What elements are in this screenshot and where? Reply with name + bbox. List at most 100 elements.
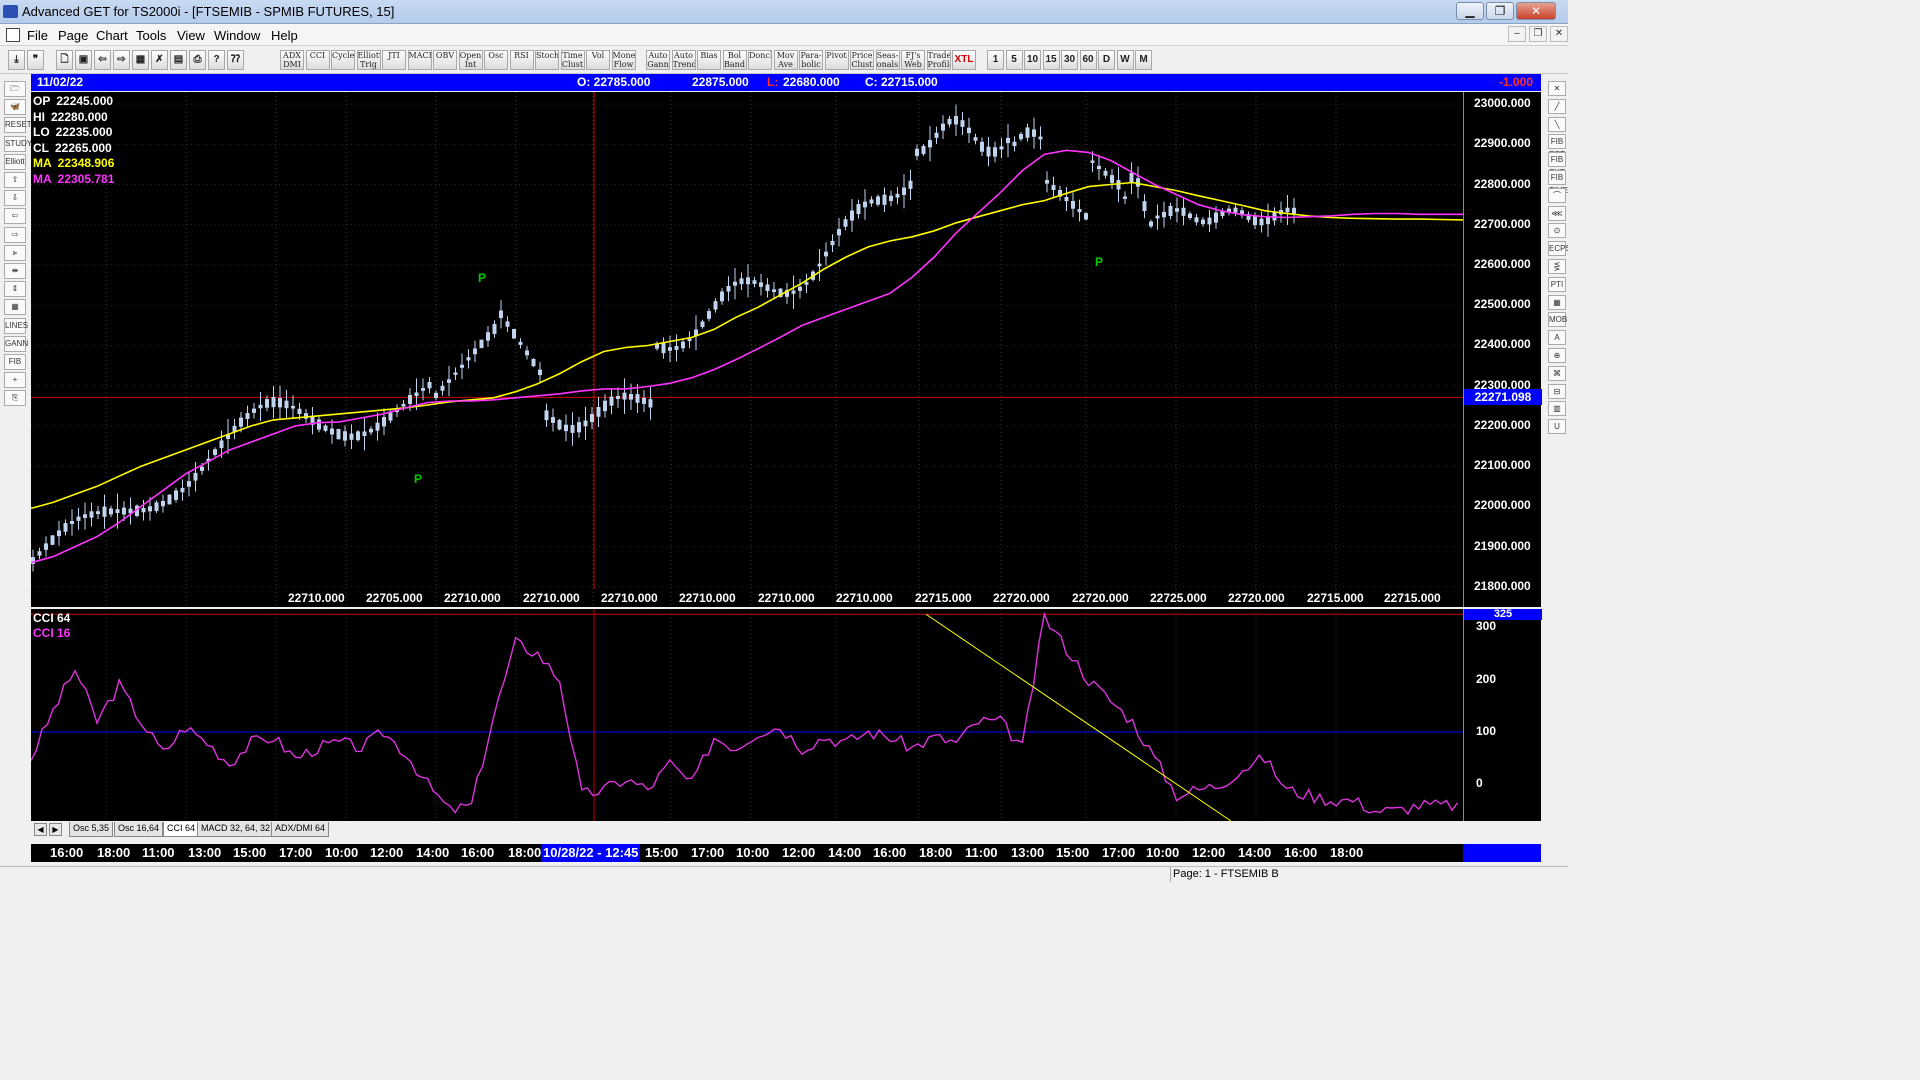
interval-button-8[interactable]: M — [1135, 50, 1152, 70]
right-tool-3[interactable]: FIB RET — [1548, 134, 1566, 159]
study-tab-3[interactable]: MACD 32, 64, 32 — [197, 822, 275, 837]
toolbar-file-icon-4[interactable]: ⇦ — [94, 50, 111, 70]
overlay-button-5[interactable]: Mov Ave — [773, 50, 798, 70]
left-tool-14[interactable]: GANN — [4, 335, 28, 352]
right-tool-19[interactable]: U — [1548, 419, 1566, 435]
right-tool-14[interactable]: A — [1548, 330, 1566, 346]
menu-help[interactable]: Help — [271, 28, 298, 43]
study-button-13[interactable]: Money Flow — [611, 50, 636, 70]
toolbar-file-icon-2[interactable]: 🗋 — [56, 50, 73, 70]
right-tool-13[interactable]: MOB — [1548, 312, 1567, 328]
right-tool-12[interactable]: ▦ — [1548, 294, 1566, 310]
study-tab-2[interactable]: CCI 64 — [163, 822, 200, 837]
toolbar-file-icon-0[interactable]: ⤓ — [8, 50, 25, 70]
left-tool-1[interactable]: 🦋 — [4, 99, 26, 116]
cci-scale[interactable]: 325 300 200 100 0 — [1463, 609, 1542, 821]
left-tool-6[interactable]: ⇩ — [4, 190, 26, 207]
overlay-button-0[interactable]: Auto Gann — [646, 50, 670, 70]
left-tool-4[interactable]: Elliott — [4, 153, 26, 170]
right-tool-15[interactable]: ⊕ — [1548, 348, 1566, 363]
interval-button-6[interactable]: D — [1098, 50, 1115, 70]
overlay-button-12[interactable]: XTL — [952, 50, 976, 70]
menu-window[interactable]: Window — [214, 28, 260, 43]
toolbar-file-icon-5[interactable]: ⇨ — [113, 50, 130, 70]
right-tool-11[interactable]: PTI — [1548, 276, 1566, 292]
overlay-button-11[interactable]: Trade Profile — [926, 50, 951, 70]
overlay-button-1[interactable]: Auto Trend — [671, 50, 696, 70]
toolbar-file-icon-1[interactable]: ❞ — [27, 50, 44, 70]
mdi-restore-button[interactable]: ❐ — [1529, 26, 1547, 42]
toolbar-file-icon-7[interactable]: ✗ — [151, 50, 168, 70]
study-button-1[interactable]: CCI — [305, 50, 330, 70]
menu-page[interactable]: Page — [58, 28, 88, 43]
toolbar-file-icon-10[interactable]: ? — [208, 50, 225, 70]
left-tool-17[interactable]: ⎘ — [4, 390, 26, 407]
right-tool-6[interactable]: ⌒ — [1548, 187, 1566, 203]
overlay-button-9[interactable]: Seas-onals — [875, 50, 900, 70]
interval-button-0[interactable]: 1 — [987, 50, 1004, 70]
left-tool-9[interactable]: ⫸ — [4, 244, 26, 261]
overlay-button-6[interactable]: Para-bolic — [799, 50, 823, 70]
study-button-11[interactable]: Time Clust — [560, 50, 585, 70]
maximize-button[interactable]: ❐ — [1486, 2, 1514, 20]
menu-view[interactable]: View — [177, 28, 205, 43]
study-button-8[interactable]: Osc — [484, 50, 508, 70]
study-tab-1[interactable]: Osc 16,64 — [114, 822, 164, 837]
right-tool-1[interactable]: ╱ — [1548, 98, 1566, 114]
interval-button-1[interactable]: 5 — [1005, 50, 1023, 70]
menu-chart[interactable]: Chart — [96, 28, 128, 43]
right-tool-16[interactable]: ⌘ — [1548, 365, 1566, 381]
toolbar-file-icon-6[interactable]: ▦ — [132, 50, 149, 70]
interval-button-4[interactable]: 30 — [1061, 50, 1078, 70]
mdi-minimize-button[interactable]: – — [1508, 26, 1526, 42]
left-tool-2[interactable]: RESET — [4, 117, 32, 134]
close-button[interactable]: ✕ — [1516, 2, 1556, 20]
overlay-button-3[interactable]: Bol Band — [722, 50, 747, 70]
interval-button-5[interactable]: 60 — [1079, 50, 1097, 70]
left-tool-5[interactable]: ⇧ — [4, 172, 26, 188]
overlay-button-2[interactable]: Bias — [697, 50, 721, 70]
study-tab-0[interactable]: Osc 5,35 — [69, 822, 114, 837]
right-tool-10[interactable]: ⋚ — [1548, 259, 1566, 274]
left-tool-15[interactable]: FIB — [4, 354, 26, 370]
interval-button-3[interactable]: 15 — [1042, 50, 1060, 70]
mdi-close-button[interactable]: ✕ — [1550, 26, 1568, 42]
price-chart-panel[interactable]: P P P 22710.000 22705.000 22710.000 22710.000 2… — [31, 92, 1463, 607]
time-axis[interactable]: 16:00 18:00 11:00 13:00 15:00 17:00 10:00 12:00… — [31, 844, 1463, 862]
study-button-7[interactable]: Open Int — [458, 50, 483, 70]
study-button-12[interactable]: Vol — [586, 50, 610, 70]
study-button-9[interactable]: RSI — [509, 50, 534, 70]
left-tool-7[interactable]: ⇦ — [4, 208, 26, 225]
right-tool-9[interactable]: ECPS — [1548, 241, 1568, 257]
right-tool-2[interactable]: ╲ — [1548, 116, 1566, 132]
study-tab-4[interactable]: ADX/DMI 64 — [271, 822, 330, 837]
price-chart-svg[interactable]: P P P 22710.000 22705.000 22710.000 22710.000 2… — [31, 92, 1463, 607]
right-tool-4[interactable]: FIB EXT — [1548, 152, 1566, 177]
left-tool-0[interactable]: 🗁 — [4, 81, 26, 97]
menu-tools[interactable]: Tools — [136, 28, 166, 43]
study-button-6[interactable]: OBV — [433, 50, 457, 70]
right-tool-5[interactable]: FIB TIME — [1548, 170, 1568, 195]
study-button-5[interactable]: MACD — [407, 50, 432, 70]
left-tool-13[interactable]: LINES — [4, 317, 28, 334]
toolbar-file-icon-9[interactable]: ⎙ — [189, 50, 206, 70]
right-tool-8[interactable]: ⊙ — [1548, 223, 1566, 239]
right-tool-17[interactable]: ⊟ — [1548, 383, 1566, 399]
study-button-0[interactable]: ADX DMI — [280, 50, 304, 70]
study-button-10[interactable]: Stoch — [535, 50, 559, 70]
toolbar-file-icon-8[interactable]: ▤ — [170, 50, 187, 70]
overlay-button-10[interactable]: FJ's Web — [901, 50, 925, 70]
overlay-button-8[interactable]: Price Clust — [850, 50, 874, 70]
study-button-2[interactable]: Cycles — [331, 50, 355, 70]
right-tool-0[interactable]: ✕ — [1548, 81, 1566, 96]
overlay-button-4[interactable]: Donch — [748, 50, 772, 70]
menu-file[interactable]: File — [27, 28, 48, 43]
left-tool-8[interactable]: ⇨ — [4, 226, 26, 243]
minimize-button[interactable]: ▁ — [1456, 2, 1484, 20]
price-scale[interactable]: 23000.000 22900.000 22800.000 22700.000 2260… — [1463, 92, 1542, 607]
overlay-button-7[interactable]: Pivot — [824, 50, 849, 70]
interval-button-7[interactable]: W — [1116, 50, 1134, 70]
cci-panel[interactable]: CCI 64 CCI 16 — [31, 609, 1463, 821]
study-button-3[interactable]: Elliott Trig — [356, 50, 381, 70]
tab-nav-next-button[interactable]: ▶ — [49, 823, 62, 836]
